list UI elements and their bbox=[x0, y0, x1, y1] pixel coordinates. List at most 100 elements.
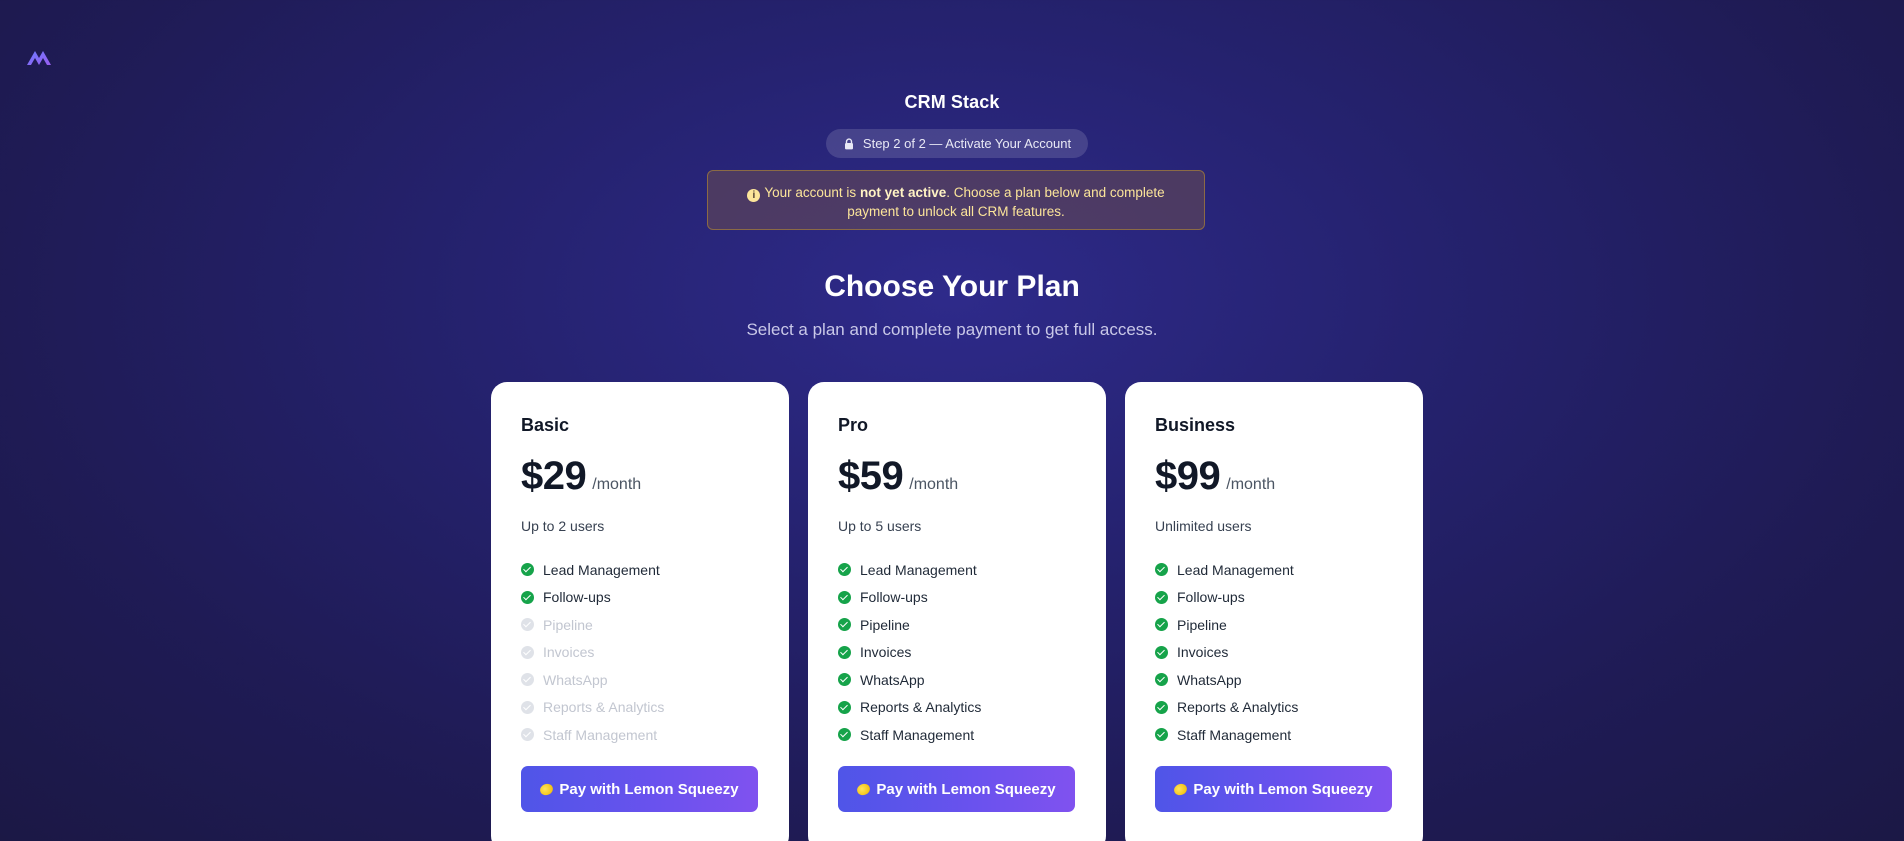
feature-item: WhatsApp bbox=[521, 666, 664, 694]
plan-users: Up to 2 users bbox=[521, 518, 605, 534]
pay-button-pro[interactable]: Pay with Lemon Squeezy bbox=[838, 766, 1075, 812]
page-title: Choose Your Plan bbox=[824, 270, 1080, 303]
lemon-icon bbox=[1172, 781, 1189, 797]
check-circle-muted-icon bbox=[521, 673, 534, 687]
plan-price: $99 bbox=[1155, 454, 1221, 498]
info-icon: i bbox=[747, 189, 761, 202]
app-name: CRM Stack bbox=[904, 92, 1000, 112]
price-row: $59 /month bbox=[838, 454, 958, 499]
feature-item: Invoices bbox=[521, 639, 664, 667]
check-circle-muted-icon bbox=[521, 728, 534, 742]
feature-label: Reports & Analytics bbox=[860, 699, 982, 716]
check-circle-icon bbox=[521, 563, 534, 577]
check-circle-icon bbox=[838, 618, 851, 632]
plan-period: /month bbox=[592, 476, 642, 493]
pay-button-label: Pay with Lemon Squeezy bbox=[1193, 780, 1373, 798]
lock-icon bbox=[844, 137, 853, 149]
feature-label: WhatsApp bbox=[1177, 671, 1242, 688]
plan-name: Pro bbox=[838, 415, 869, 435]
feature-item: Staff Management bbox=[1155, 721, 1298, 749]
plan-period: /month bbox=[909, 476, 959, 493]
page-subtitle: Select a plan and complete payment to ge… bbox=[746, 320, 1158, 339]
feature-label: Invoices bbox=[860, 644, 912, 661]
feature-label: Reports & Analytics bbox=[543, 699, 665, 716]
plan-price: $59 bbox=[838, 454, 904, 498]
check-circle-icon bbox=[521, 590, 534, 604]
feature-item: Lead Management bbox=[521, 556, 664, 584]
check-circle-muted-icon bbox=[521, 645, 534, 659]
step-label: Step 2 of 2 — Activate Your Account bbox=[862, 136, 1072, 151]
plan-period: /month bbox=[1226, 476, 1276, 493]
check-circle-icon bbox=[1155, 728, 1168, 742]
check-circle-icon bbox=[838, 728, 851, 742]
feature-item: Follow-ups bbox=[838, 584, 981, 612]
price-row: $99 /month bbox=[1155, 454, 1275, 499]
feature-item: Lead Management bbox=[1155, 556, 1298, 584]
check-circle-muted-icon bbox=[521, 618, 534, 632]
feature-item: Pipeline bbox=[1155, 611, 1298, 639]
feature-label: Pipeline bbox=[1177, 616, 1227, 633]
feature-item: Staff Management bbox=[521, 721, 664, 749]
feature-item: Pipeline bbox=[838, 611, 981, 639]
feature-label: Pipeline bbox=[860, 616, 910, 633]
check-circle-muted-icon bbox=[521, 700, 534, 714]
feature-label: Lead Management bbox=[1177, 561, 1294, 578]
plans-grid: Basic $29 /month Up to 2 users Lead Mana… bbox=[491, 382, 1423, 841]
feature-label: Lead Management bbox=[543, 561, 660, 578]
alert-emphasis: not yet active bbox=[859, 185, 947, 200]
check-circle-icon bbox=[838, 563, 851, 577]
feature-item: Invoices bbox=[838, 639, 981, 667]
feature-label: WhatsApp bbox=[860, 671, 925, 688]
feature-item: Invoices bbox=[1155, 639, 1298, 667]
feature-label: Follow-ups bbox=[543, 589, 611, 606]
plan-card-basic: Basic $29 /month Up to 2 users Lead Mana… bbox=[491, 382, 789, 841]
feature-list: Lead Management Follow-ups Pipeline Invoice… bbox=[521, 556, 664, 749]
check-circle-icon bbox=[838, 590, 851, 604]
feature-item: Follow-ups bbox=[1155, 584, 1298, 612]
price-row: $29 /month bbox=[521, 454, 641, 499]
plan-price: $29 bbox=[521, 454, 587, 498]
feature-list: Lead Management Follow-ups Pipeline Invoice… bbox=[1155, 556, 1298, 749]
alert-prefix: Your account is bbox=[764, 185, 860, 200]
feature-label: Follow-ups bbox=[1177, 589, 1245, 606]
feature-item: Staff Management bbox=[838, 721, 981, 749]
feature-item: WhatsApp bbox=[838, 666, 981, 694]
brand-logo-icon[interactable] bbox=[26, 48, 52, 68]
feature-item: Pipeline bbox=[521, 611, 664, 639]
account-inactive-alert: i Your account is not yet active. Choose … bbox=[707, 170, 1205, 230]
plan-users: Unlimited users bbox=[1155, 518, 1252, 534]
feature-item: Reports & Analytics bbox=[1155, 694, 1298, 722]
check-circle-icon bbox=[1155, 645, 1168, 659]
check-circle-icon bbox=[1155, 563, 1168, 577]
feature-label: WhatsApp bbox=[543, 671, 608, 688]
plan-name: Business bbox=[1155, 415, 1236, 435]
plan-users: Up to 5 users bbox=[838, 518, 922, 534]
feature-label: Staff Management bbox=[1177, 726, 1292, 743]
check-circle-icon bbox=[1155, 590, 1168, 604]
plan-name: Basic bbox=[521, 415, 570, 435]
feature-item: Reports & Analytics bbox=[521, 694, 664, 722]
plan-card-business: Business $99 /month Unlimited users Lead… bbox=[1125, 382, 1423, 841]
check-circle-icon bbox=[838, 700, 851, 714]
check-circle-icon bbox=[1155, 700, 1168, 714]
pay-button-basic[interactable]: Pay with Lemon Squeezy bbox=[521, 766, 758, 812]
check-circle-icon bbox=[838, 673, 851, 687]
feature-item: Lead Management bbox=[838, 556, 981, 584]
pay-button-business[interactable]: Pay with Lemon Squeezy bbox=[1155, 766, 1392, 812]
feature-label: Invoices bbox=[543, 644, 595, 661]
feature-label: Pipeline bbox=[543, 616, 593, 633]
feature-list: Lead Management Follow-ups Pipeline Invoice… bbox=[838, 556, 981, 749]
lemon-icon bbox=[855, 781, 872, 797]
pay-button-label: Pay with Lemon Squeezy bbox=[876, 780, 1056, 798]
check-circle-icon bbox=[1155, 618, 1168, 632]
feature-label: Staff Management bbox=[860, 726, 975, 743]
feature-label: Reports & Analytics bbox=[1177, 699, 1299, 716]
feature-label: Staff Management bbox=[543, 726, 658, 743]
lemon-icon bbox=[538, 781, 555, 797]
check-circle-icon bbox=[838, 645, 851, 659]
step-indicator: Step 2 of 2 — Activate Your Account bbox=[826, 129, 1088, 158]
feature-label: Invoices bbox=[1177, 644, 1229, 661]
feature-item: WhatsApp bbox=[1155, 666, 1298, 694]
feature-label: Lead Management bbox=[860, 561, 977, 578]
check-circle-icon bbox=[1155, 673, 1168, 687]
